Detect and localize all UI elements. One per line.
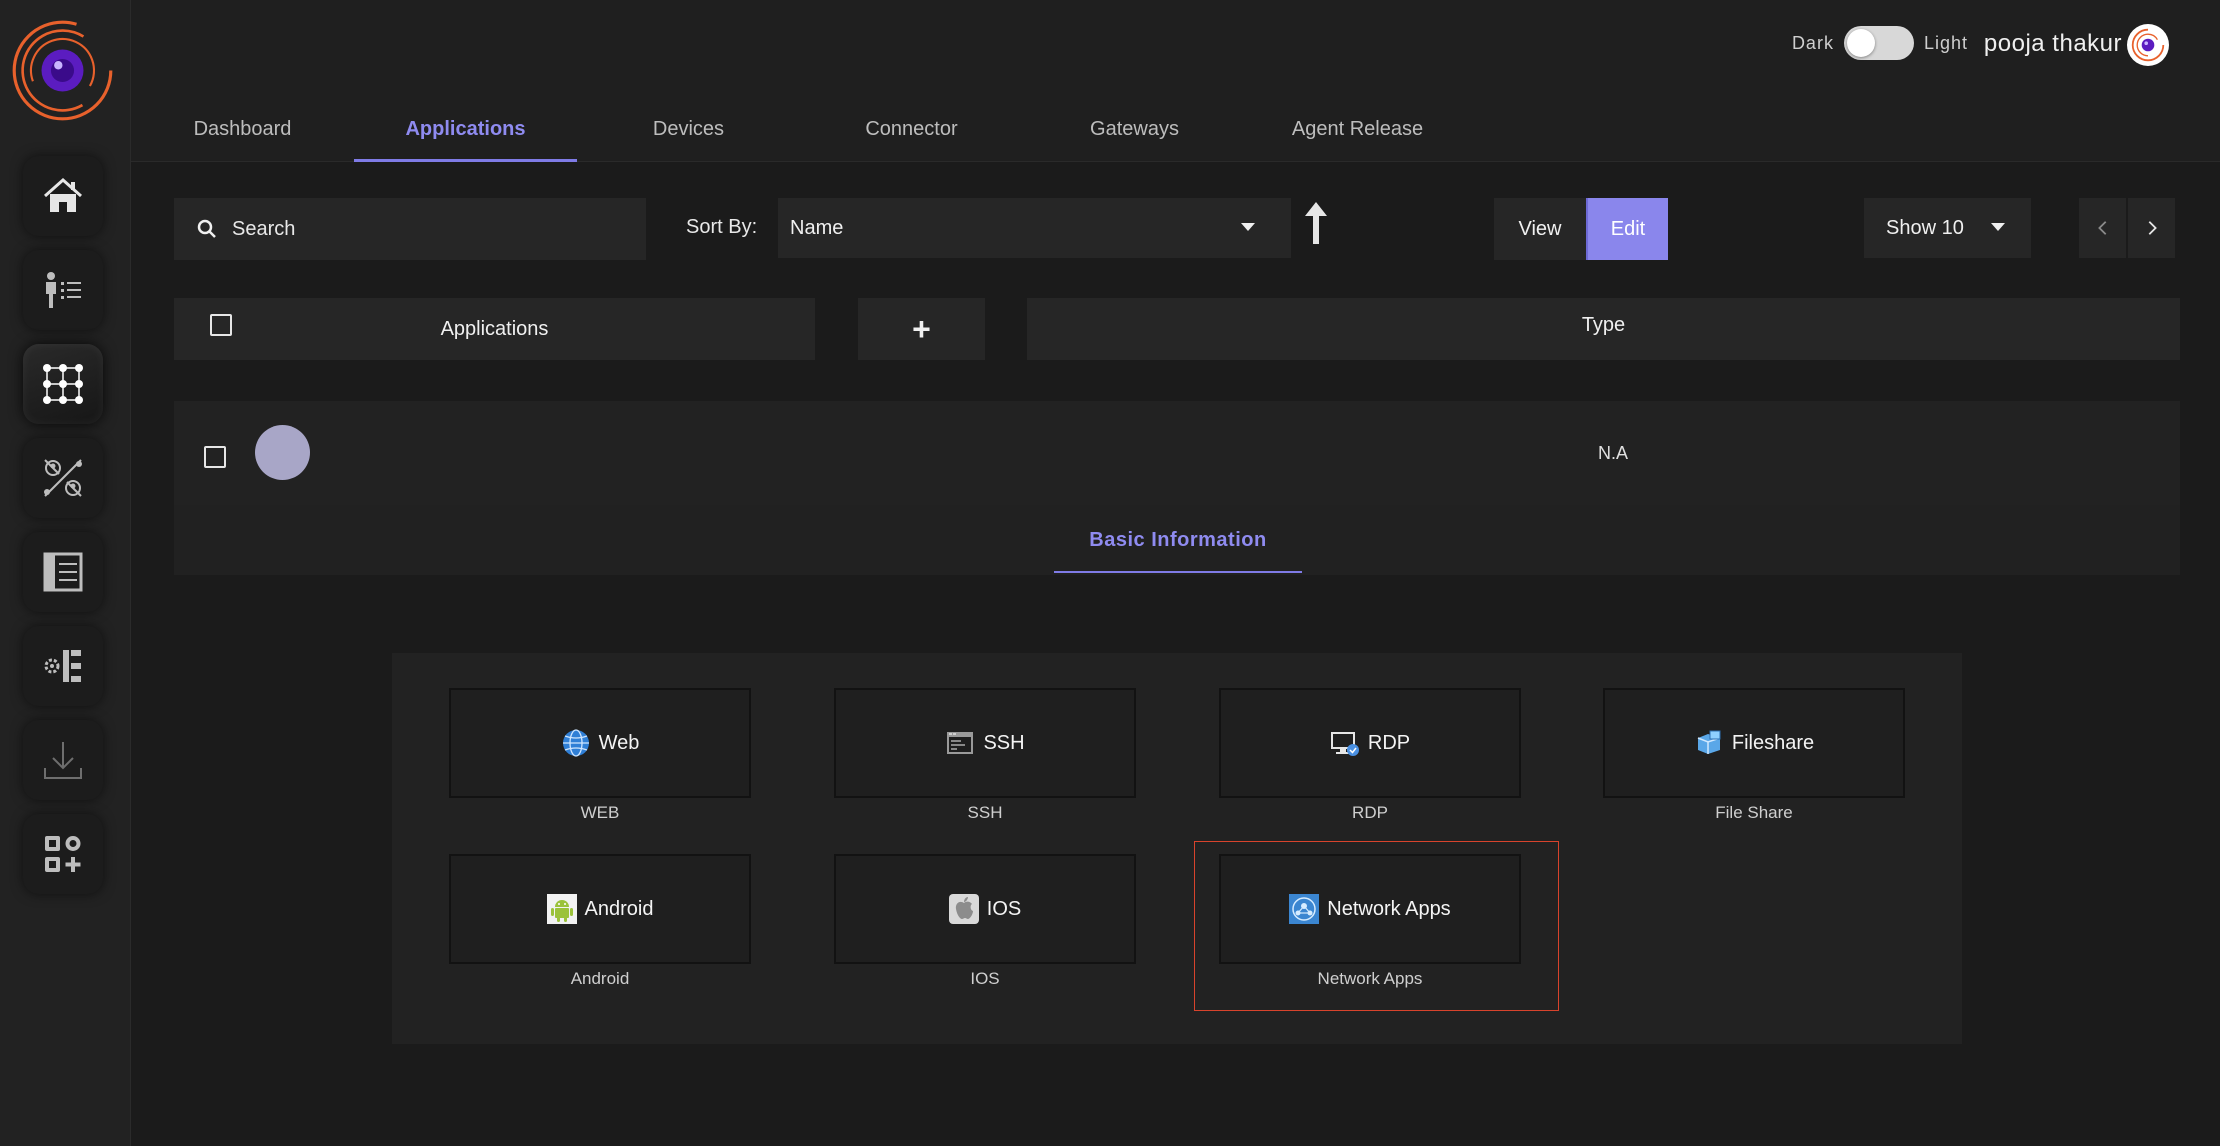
search-box	[174, 198, 646, 260]
chevron-down-icon	[1241, 223, 1255, 231]
app-type-ios-caption: IOS	[970, 969, 1000, 988]
select-all-checkbox[interactable]	[210, 314, 232, 336]
app-type-network-apps-label: Network Apps	[1327, 897, 1451, 920]
theme-switch[interactable]	[1843, 26, 1914, 60]
table-row[interactable]: N.A	[174, 401, 2180, 505]
applications-column-header: Applications	[174, 298, 815, 360]
user-avatar[interactable]	[2127, 24, 2169, 66]
search-icon	[197, 219, 216, 238]
sort-label: Sort By:	[686, 216, 758, 238]
sort-select-value: Name	[790, 216, 844, 239]
sidebar-item-users[interactable]	[23, 250, 103, 330]
tab-dashboard[interactable]: Dashboard	[131, 100, 354, 162]
app-type-network-apps-card[interactable]: Network Apps	[1219, 854, 1521, 964]
tab-devices[interactable]: Devices	[577, 100, 800, 162]
app-type-ssh-caption: SSH	[967, 803, 1003, 822]
view-edit-toggle: View Edit	[1494, 198, 1668, 260]
grid-network-icon	[43, 364, 83, 404]
next-page-button[interactable]	[2128, 198, 2175, 258]
type-column-label: Type	[1581, 314, 1626, 336]
edit-button[interactable]: Edit	[1586, 198, 1668, 260]
chevron-left-icon	[2097, 221, 2106, 235]
app-type-ssh-label: SSH	[983, 731, 1025, 754]
plus-icon: +	[912, 310, 931, 347]
user-name[interactable]: pooja thakur	[1984, 30, 2122, 58]
settings-list-icon	[44, 650, 81, 682]
app-type-fileshare-card[interactable]: Fileshare	[1603, 688, 1905, 798]
sidebar-item-downloads[interactable]	[23, 720, 103, 800]
sidebar	[0, 0, 131, 1146]
apple-icon	[948, 894, 979, 924]
applications-column-label: Applications	[440, 317, 549, 340]
network-apps-icon	[1289, 894, 1320, 924]
theme-toggle: Dark Light	[1792, 26, 1968, 60]
app-type-web-card[interactable]: Web	[449, 688, 751, 798]
top-header: Dark Light pooja thakur Dashboard Applic…	[131, 0, 2220, 162]
terminal-icon	[947, 732, 974, 754]
detail-tabs: Basic Information	[174, 505, 2180, 575]
tab-applications[interactable]: Applications	[354, 100, 577, 162]
theme-dark-label: Dark	[1791, 32, 1834, 53]
app-type-fileshare-label: Fileshare	[1731, 731, 1815, 754]
sidebar-item-home[interactable]	[23, 156, 103, 236]
chevron-down-icon	[1991, 223, 2005, 231]
app-type-android-card[interactable]: Android	[449, 854, 751, 964]
page-size-value: Show 10	[1886, 216, 1964, 239]
sort-direction-button[interactable]	[1302, 200, 1330, 246]
app-type-ios-label: IOS	[986, 897, 1022, 920]
app-type-fileshare-caption: File Share	[1715, 803, 1793, 822]
fileshare-icon	[1697, 730, 1721, 754]
tab-connector[interactable]: Connector	[800, 100, 1023, 162]
android-icon	[546, 894, 577, 924]
sort-select[interactable]: Name	[778, 198, 1291, 258]
type-column-header: Type	[1027, 298, 2180, 360]
user-list-icon	[46, 272, 81, 308]
sidebar-item-settings[interactable]	[23, 626, 103, 706]
app-type-ios-card[interactable]: IOS	[834, 854, 1136, 964]
row-checkbox[interactable]	[204, 446, 226, 468]
download-icon	[44, 742, 82, 779]
page-size-select[interactable]: Show 10	[1864, 198, 2031, 258]
remote-desktop-icon	[1330, 732, 1359, 756]
theme-switch-knob	[1846, 29, 1875, 57]
arrow-up-icon	[1305, 202, 1327, 244]
tab-gateways[interactable]: Gateways	[1023, 100, 1246, 162]
search-input[interactable]	[232, 217, 612, 241]
table-layout-icon	[43, 552, 83, 592]
chevron-right-icon	[2148, 221, 2157, 235]
sidebar-item-connections[interactable]	[23, 438, 103, 518]
tab-agent-release[interactable]: Agent Release	[1246, 100, 1469, 162]
brand-logo-icon[interactable]	[10, 18, 115, 123]
sidebar-item-add-apps[interactable]	[23, 814, 103, 894]
app-type-rdp-label: RDP	[1367, 731, 1411, 754]
app-type-android-label: Android	[584, 897, 654, 920]
main-tabs: Dashboard Applications Devices Connector…	[131, 100, 1469, 162]
tab-basic-information[interactable]: Basic Information	[1054, 505, 1302, 573]
people-connect-icon	[44, 459, 82, 497]
application-avatar	[255, 425, 310, 480]
app-type-rdp-card[interactable]: RDP	[1219, 688, 1521, 798]
view-button[interactable]: View	[1494, 198, 1586, 260]
app-type-network-apps-caption: Network Apps	[1317, 969, 1423, 988]
app-type-web-caption: WEB	[580, 803, 620, 822]
app-type-rdp-caption: RDP	[1352, 803, 1388, 822]
app-type-web-label: Web	[598, 731, 640, 754]
sidebar-item-reports[interactable]	[23, 532, 103, 612]
globe-icon	[562, 729, 589, 757]
apps-add-icon	[45, 836, 81, 872]
app-type-android-caption: Android	[570, 969, 630, 988]
row-type-value: N.A	[1598, 443, 1629, 463]
home-icon	[44, 177, 82, 212]
avatar-logo-icon	[2131, 28, 2165, 62]
prev-page-button[interactable]	[2079, 198, 2126, 258]
app-type-ssh-card[interactable]: SSH	[834, 688, 1136, 798]
theme-light-label: Light	[1923, 32, 1968, 53]
sidebar-item-applications[interactable]	[23, 344, 103, 424]
add-application-button[interactable]: +	[858, 298, 985, 360]
